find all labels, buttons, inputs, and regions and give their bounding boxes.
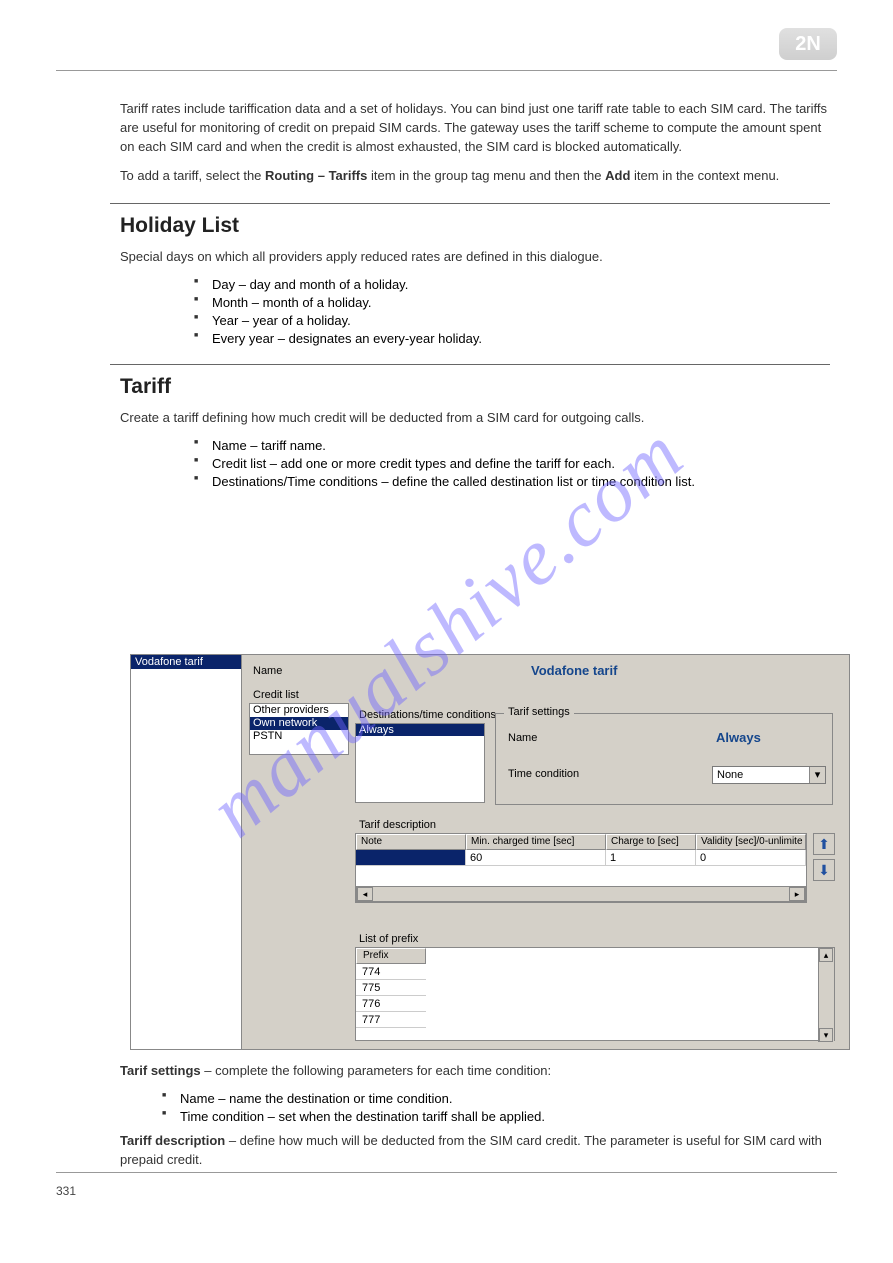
tariff-bullets: Name – tariff name. Credit list – add on… bbox=[212, 438, 837, 489]
v-scrollbar[interactable]: ▴ ▾ bbox=[818, 948, 834, 1042]
table-row[interactable]: 775 bbox=[356, 980, 426, 996]
col-min-charged[interactable]: Min. charged time [sec] bbox=[466, 834, 606, 850]
credit-list[interactable]: Other providers Own network PSTN bbox=[249, 703, 349, 755]
time-condition-combo[interactable]: None ▾ bbox=[712, 766, 826, 784]
credit-list-item[interactable]: Other providers bbox=[250, 704, 348, 717]
tariff-list-panel[interactable]: Vodafone tarif bbox=[131, 655, 242, 1049]
list-item: Year – year of a holiday. bbox=[212, 313, 837, 328]
section-rule-1 bbox=[110, 203, 830, 204]
list-item: Every year – designates an every-year ho… bbox=[212, 331, 837, 346]
page-number: 331 bbox=[56, 1184, 76, 1198]
tarif-desc-label: Tarif description bbox=[359, 819, 436, 831]
add-text-2: item in the group tag menu and then the bbox=[371, 168, 602, 183]
tarif-settings-para: Tarif settings – complete the following … bbox=[120, 1062, 837, 1081]
scroll-up-icon[interactable]: ▴ bbox=[819, 948, 833, 962]
tarif-name-label: Name bbox=[508, 732, 537, 744]
name-label: Name bbox=[253, 665, 282, 677]
col-note[interactable]: Note bbox=[356, 834, 466, 850]
row-order-buttons: ⬆ ⬇ bbox=[813, 833, 835, 885]
prefix-list-label: List of prefix bbox=[359, 933, 418, 945]
intro-paragraph: Tariff rates include tariffication data … bbox=[120, 100, 837, 157]
col-charge-to[interactable]: Charge to [sec] bbox=[606, 834, 696, 850]
add-bold-1: Routing – Tariffs bbox=[265, 168, 367, 183]
heading-tariff: Tariff bbox=[120, 375, 837, 399]
tarif-name-value: Always bbox=[716, 730, 761, 745]
list-item: Name – name the destination or time cond… bbox=[180, 1091, 837, 1106]
dest-label: Destinations/time conditions bbox=[359, 709, 496, 721]
tarif-desc-table[interactable]: Note Min. charged time [sec] Charge to [… bbox=[355, 833, 807, 903]
table-row[interactable]: 776 bbox=[356, 996, 426, 1012]
list-item: Day – day and month of a holiday. bbox=[212, 277, 837, 292]
chevron-down-icon[interactable]: ▾ bbox=[809, 767, 825, 783]
add-text-1: To add a tariff, select the bbox=[120, 168, 261, 183]
heading-holiday-list: Holiday List bbox=[120, 214, 837, 238]
tarif-settings-bold: Tarif settings bbox=[120, 1063, 201, 1078]
section-rule-2 bbox=[110, 364, 830, 365]
tariff-description-bold: Tariff description bbox=[120, 1133, 225, 1148]
col-validity[interactable]: Validity [sec]/0-unlimite bbox=[696, 834, 806, 850]
tariff-list-item-selected[interactable]: Vodafone tarif bbox=[131, 655, 241, 669]
name-value: Vodafone tarif bbox=[531, 663, 617, 678]
table-row[interactable]: 60 1 0 bbox=[356, 850, 806, 866]
add-bold-2: Add bbox=[605, 168, 630, 183]
tarif-settings-bullets: Name – name the destination or time cond… bbox=[180, 1091, 837, 1124]
dest-list[interactable]: Always bbox=[355, 723, 485, 803]
credit-list-label: Credit list bbox=[253, 689, 299, 701]
scroll-left-icon[interactable]: ◂ bbox=[357, 887, 373, 901]
cell-validity[interactable]: 0 bbox=[696, 850, 806, 866]
brand-logo: 2N bbox=[779, 28, 837, 60]
config-screenshot: Vodafone tarif Name Vodafone tarif Credi… bbox=[130, 654, 850, 1050]
cell-min-charged[interactable]: 60 bbox=[466, 850, 606, 866]
scroll-down-icon[interactable]: ▾ bbox=[819, 1028, 833, 1042]
list-item: Month – month of a holiday. bbox=[212, 295, 837, 310]
add-paragraph: To add a tariff, select the Routing – Ta… bbox=[120, 167, 837, 186]
tariff-description-rest: – define how much will be deducted from … bbox=[120, 1133, 822, 1167]
scroll-right-icon[interactable]: ▸ bbox=[789, 887, 805, 901]
list-item: Credit list – add one or more credit typ… bbox=[212, 456, 837, 471]
holiday-bullets: Day – day and month of a holiday. Month … bbox=[212, 277, 837, 346]
tariff-paragraph: Create a tariff defining how much credit… bbox=[120, 409, 837, 428]
move-up-button[interactable]: ⬆ bbox=[813, 833, 835, 855]
h-scrollbar[interactable]: ◂ ▸ bbox=[356, 886, 806, 902]
list-item: Name – tariff name. bbox=[212, 438, 837, 453]
credit-list-item[interactable]: PSTN bbox=[250, 730, 348, 743]
tariff-description-para: Tariff description – define how much wil… bbox=[120, 1132, 837, 1170]
col-prefix[interactable]: Prefix bbox=[356, 948, 426, 964]
list-item: Destinations/Time conditions – define th… bbox=[212, 474, 837, 489]
cell-charge-to[interactable]: 1 bbox=[606, 850, 696, 866]
table-row[interactable]: 777 bbox=[356, 1012, 426, 1028]
tarif-settings-group: Tarif settings Name Always Time conditio… bbox=[495, 713, 833, 805]
dest-list-item-selected[interactable]: Always bbox=[356, 724, 484, 736]
time-condition-label: Time condition bbox=[508, 768, 579, 780]
table-row[interactable]: 774 bbox=[356, 964, 426, 980]
header-rule bbox=[56, 70, 837, 71]
holiday-paragraph: Special days on which all providers appl… bbox=[120, 248, 837, 267]
credit-list-item-selected[interactable]: Own network bbox=[250, 717, 348, 730]
time-condition-value: None bbox=[717, 769, 743, 781]
prefix-list-table[interactable]: Prefix 774 775 776 777 ▴ ▾ bbox=[355, 947, 835, 1041]
tarif-settings-rest: – complete the following parameters for … bbox=[204, 1063, 551, 1078]
tarif-settings-title: Tarif settings bbox=[504, 706, 574, 718]
add-text-3: item in the context menu. bbox=[634, 168, 779, 183]
cell-note[interactable] bbox=[356, 850, 466, 866]
list-item: Time condition – set when the destinatio… bbox=[180, 1109, 837, 1124]
footer-rule bbox=[56, 1172, 837, 1173]
move-down-button[interactable]: ⬇ bbox=[813, 859, 835, 881]
